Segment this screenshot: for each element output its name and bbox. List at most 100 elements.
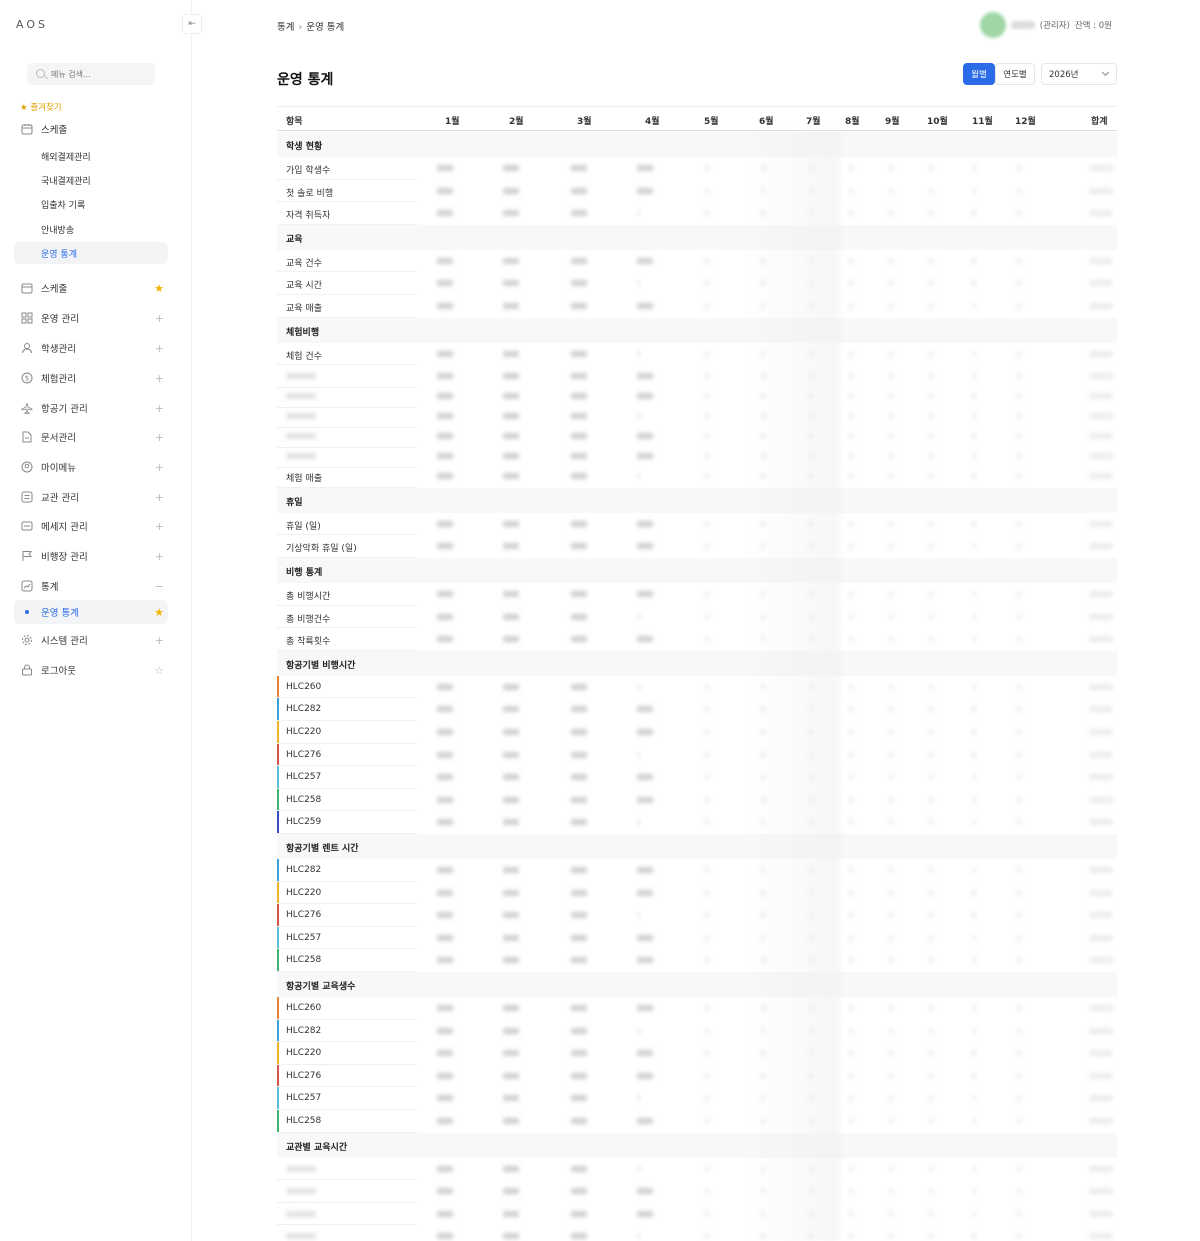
table-cell xyxy=(437,796,453,803)
sidebar-item-dollar[interactable]: $ 체험관리 + xyxy=(14,366,168,390)
sidebar-item-message[interactable]: 메세지 관리 + xyxy=(14,514,168,538)
table-cell xyxy=(1089,957,1113,964)
table-cell xyxy=(437,210,453,217)
collapse-sidebar-button[interactable]: ⇤ xyxy=(182,14,202,34)
table-cell xyxy=(929,591,933,597)
table-cell xyxy=(503,280,519,287)
table-cell xyxy=(929,543,933,550)
sidebar-item-gear[interactable]: 시스템 관리 + xyxy=(14,628,168,652)
table-cell xyxy=(849,706,853,713)
table-cell xyxy=(437,543,453,550)
sidebar-item-overseas-payment[interactable]: 해외결제관리 xyxy=(14,145,168,167)
table-cell xyxy=(437,373,453,380)
expand-icon[interactable]: + xyxy=(155,520,164,533)
table-cell xyxy=(1089,774,1113,781)
table-cell xyxy=(972,1050,976,1057)
sidebar-item-broadcast[interactable]: 안내방송 xyxy=(14,218,168,240)
table-cell xyxy=(972,303,976,309)
table-cell xyxy=(1017,187,1021,194)
table-cell xyxy=(849,636,853,643)
sidebar-item-list[interactable]: 교관 관리 + xyxy=(14,485,168,509)
nav-label: 스케줄 xyxy=(41,284,68,295)
sidebar-item-user[interactable]: 학생관리 + xyxy=(14,336,168,360)
table-cell xyxy=(705,889,709,896)
chevron-down-icon xyxy=(1101,68,1110,77)
sidebar-item-calendar[interactable]: 스케줄 ★ xyxy=(14,276,168,300)
menu-search-input[interactable] xyxy=(27,63,155,85)
table-cell xyxy=(705,957,709,964)
sidebar-item-lock[interactable]: 로그아웃 ☆ xyxy=(14,658,168,682)
sidebar-item-plane[interactable]: 항공기 관리 + xyxy=(14,396,168,420)
row-label: 체험 매출 xyxy=(286,474,322,485)
sidebar-item-operation-stats-fav[interactable]: 운영 통계 xyxy=(14,242,168,264)
table-cell xyxy=(437,867,453,873)
table-cell xyxy=(571,683,587,690)
table-row: 첫 솔로 비행 xyxy=(277,180,1117,203)
table-cell xyxy=(637,303,653,309)
favorite-star-icon[interactable]: ★ xyxy=(154,606,164,619)
column-header-month: 2월 xyxy=(509,117,524,127)
table-cell xyxy=(637,934,653,941)
sidebar-item-domestic-payment[interactable]: 국내결제관리 xyxy=(14,169,168,191)
sidebar-item-profile[interactable]: 마이메뉴 + xyxy=(14,455,168,479)
table-cell xyxy=(637,433,653,440)
expand-icon[interactable]: + xyxy=(155,550,164,563)
table-cell xyxy=(571,1188,587,1195)
expand-icon[interactable]: + xyxy=(155,461,164,474)
nav-label: 스케줄 xyxy=(41,125,68,136)
expand-icon[interactable]: + xyxy=(155,431,164,444)
user-info[interactable]: (관리자) 잔액 : 0원 xyxy=(979,12,1112,38)
nav-label: 문서관리 xyxy=(41,433,76,444)
row-label-obscured xyxy=(286,433,316,440)
expand-icon[interactable]: + xyxy=(155,372,164,385)
sidebar-item-chart[interactable]: 통계 − xyxy=(14,574,168,598)
aircraft-color-bar xyxy=(277,766,279,789)
active-dot xyxy=(25,610,29,614)
row-label: HLC257 xyxy=(286,1093,322,1104)
yearly-view-button[interactable]: 연도별 xyxy=(995,63,1035,85)
table-cell xyxy=(503,934,519,941)
favorite-star-icon[interactable]: ★ xyxy=(154,282,164,295)
table-cell xyxy=(437,683,453,690)
table-cell xyxy=(849,912,853,919)
table-row: HLC276 xyxy=(277,904,1117,927)
year-select[interactable]: 2026년 xyxy=(1041,63,1117,85)
table-cell xyxy=(637,257,653,264)
sidebar-item-operation-stats[interactable]: 운영 통계 ★ xyxy=(14,600,168,624)
table-cell xyxy=(1089,453,1113,460)
expand-icon[interactable]: − xyxy=(155,580,164,593)
expand-icon[interactable]: ☆ xyxy=(154,664,164,677)
table-cell xyxy=(437,1072,453,1079)
table-cell xyxy=(1089,1095,1113,1102)
sidebar-item-grid[interactable]: 운영 관리 + xyxy=(14,306,168,330)
table-cell xyxy=(972,210,976,217)
table-cell xyxy=(705,613,709,620)
table-cell xyxy=(929,1027,933,1034)
sidebar-item-document[interactable]: 문서관리 + xyxy=(14,425,168,449)
nav-label: 운영 관리 xyxy=(41,314,79,325)
table-cell xyxy=(889,373,893,380)
table-cell xyxy=(503,1027,519,1034)
sidebar-item-flag[interactable]: 비행장 관리 + xyxy=(14,544,168,568)
sidebar-item-parking-log[interactable]: 입출차 기록 xyxy=(14,193,168,215)
table-cell xyxy=(571,257,587,264)
column-header-month: 9월 xyxy=(885,117,900,127)
favorites-group-schedule[interactable]: 스케줄 xyxy=(14,117,168,141)
table-cell xyxy=(571,889,587,896)
table-cell xyxy=(571,433,587,440)
monthly-view-button[interactable]: 월별 xyxy=(963,63,995,85)
table-cell xyxy=(1017,1118,1021,1124)
expand-icon[interactable]: + xyxy=(155,402,164,415)
breadcrumb-item[interactable]: 통계 xyxy=(277,22,294,33)
table-cell xyxy=(1089,819,1113,826)
table-cell xyxy=(437,1005,453,1011)
expand-icon[interactable]: + xyxy=(155,342,164,355)
table-cell xyxy=(437,1165,453,1172)
expand-icon[interactable]: + xyxy=(155,312,164,325)
table-cell xyxy=(972,1072,976,1079)
column-header-month: 11월 xyxy=(972,117,993,127)
table-row: HLC258 xyxy=(277,949,1117,972)
table-cell xyxy=(571,1005,587,1011)
expand-icon[interactable]: + xyxy=(155,491,164,504)
expand-icon[interactable]: + xyxy=(155,634,164,647)
